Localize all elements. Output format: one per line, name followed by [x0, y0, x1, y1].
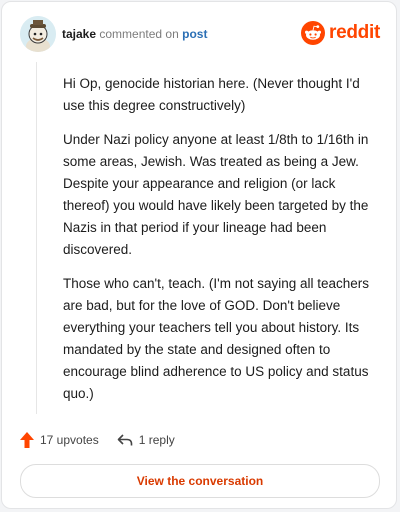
comment-body: Hi Op, genocide historian here. (Never t…: [63, 73, 383, 417]
reddit-brand[interactable]: reddit: [301, 20, 380, 46]
reply-count: 1 reply: [138, 433, 175, 447]
comment-paragraph-3: Those who can't, teach. (I'm not saying …: [63, 276, 370, 401]
reply-button[interactable]: 1 reply: [117, 433, 175, 447]
comment-header: tajake commented on post reddit: [20, 16, 382, 56]
comment-paragraph-2: Under Nazi policy anyone at least 1/8th …: [63, 132, 369, 257]
comment-actions: 17 upvotes 1 reply: [20, 430, 382, 450]
action-text: commented on: [99, 27, 179, 41]
view-conversation-button[interactable]: View the conversation: [20, 464, 380, 498]
username[interactable]: tajake: [62, 27, 96, 41]
upvote-arrow-icon: [20, 432, 34, 448]
avatar[interactable]: [20, 16, 56, 52]
avatar-image-icon: [20, 16, 56, 52]
thread-line: [36, 62, 37, 414]
comment-card: tajake commented on post reddit Hi Op, g…: [1, 1, 397, 509]
upvote-button[interactable]: 17 upvotes: [20, 432, 99, 448]
comment-meta: tajake commented on post: [62, 27, 207, 41]
upvotes-count: 17 upvotes: [40, 433, 99, 447]
comment-paragraph-1: Hi Op, genocide historian here. (Never t…: [63, 76, 360, 113]
post-link[interactable]: post: [182, 27, 207, 41]
reddit-logo-icon: [301, 21, 326, 45]
reddit-wordmark: reddit: [329, 22, 380, 43]
reply-arrow-icon: [117, 434, 133, 446]
